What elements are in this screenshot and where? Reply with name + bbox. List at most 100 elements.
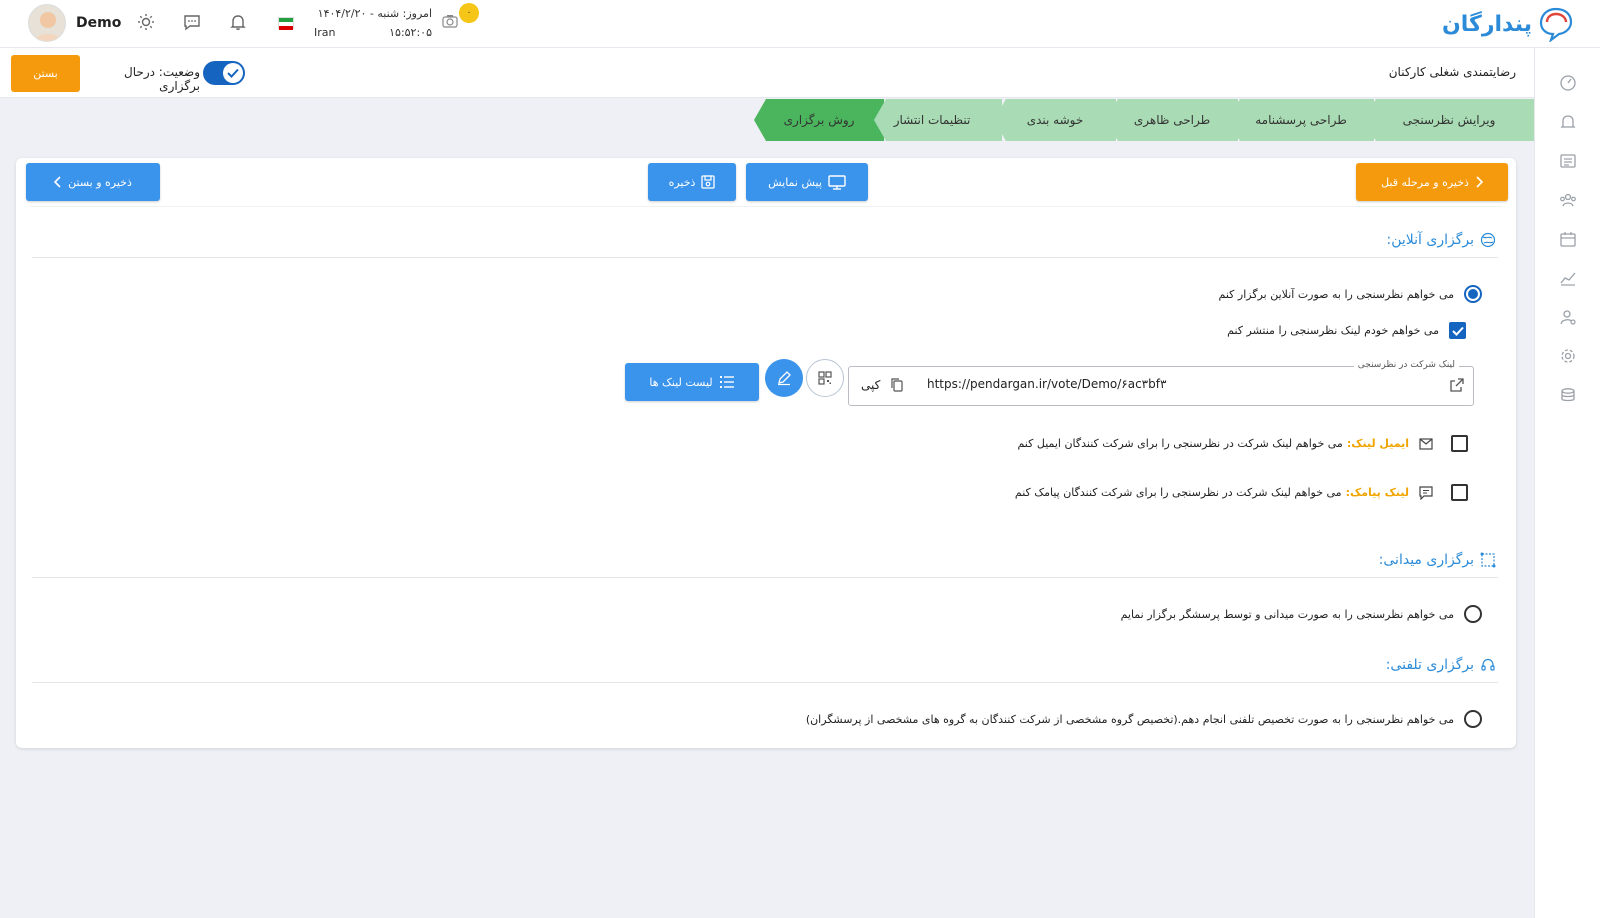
phone-section-divider [32,682,1498,683]
email-link-label: می خواهم لینک شرکت در نظرسنجی را برای شر… [1017,437,1343,450]
field-section-title: برگزاری میدانی: [1379,552,1496,568]
step-label: طراحی ظاهری [1133,113,1211,127]
step-label: ویرایش نظرسنجی [1402,113,1496,127]
header-icons [136,12,248,32]
step-edit-survey[interactable]: ویرایش نظرسنجی [1364,99,1534,141]
user-menu[interactable]: Demo [28,4,121,42]
survey-list-icon[interactable] [1558,151,1578,171]
chevron-left-icon [54,176,61,188]
qr-code-icon [818,371,832,385]
survey-link-field[interactable]: لینک شرکت در نظرسنجی https://pendargan.i… [848,360,1474,406]
publish-self-row[interactable]: می خواهم خودم لینک نظرسنجی را منتشر کنم [1227,322,1466,339]
user-settings-icon[interactable] [1558,307,1578,327]
preview-label: پیش نمایش [768,175,822,189]
phone-section-title: برگزاری تلفنی: [1386,657,1496,673]
theme-sun-icon[interactable] [136,12,156,32]
edit-pencil-icon [778,371,791,386]
country-label: Iran [314,26,336,39]
copy-icon [891,378,903,392]
close-survey-button[interactable]: بستن [11,55,80,92]
status-toggle[interactable] [203,61,245,85]
field-map-icon [1480,552,1496,568]
copy-link-button[interactable]: کپی [861,377,904,393]
survey-link-legend: لینک شرکت در نظرسنجی [1353,360,1459,370]
step-label: خوشه بندی [1026,113,1084,127]
online-section-title: برگزاری آنلاین: [1387,232,1496,248]
clock-time: ۱۵:۵۲:۰۵ [389,26,432,39]
online-title-text: برگزاری آنلاین: [1386,232,1474,248]
brand-name: پندارگان [1442,11,1532,37]
online-section-divider [32,257,1498,258]
chevron-right-icon [1476,176,1483,188]
user-avatar-icon [33,12,63,41]
step-publish-settings[interactable]: تنظیمات انتشار [874,99,1002,141]
save-and-close-button[interactable]: ذخیره و بستن [26,163,160,201]
copy-label: کپی [861,378,881,392]
email-link-title: ایمیل لینک: [1346,437,1409,450]
external-link-icon[interactable] [1449,377,1465,396]
sms-link-title: لینک پیامک: [1345,486,1409,499]
save-button[interactable]: ذخیره [648,163,736,201]
email-link-checkbox[interactable] [1451,435,1468,452]
phone-option-label: می خواهم نظرسنجی را به صورت تخصیص تلفنی … [805,712,1454,726]
iran-flag-icon [278,17,294,30]
sidebar-bell-icon[interactable] [1558,112,1578,132]
phone-radio[interactable] [1464,710,1482,728]
check-icon [1451,326,1464,336]
avatar[interactable] [28,4,66,42]
online-option-row[interactable]: می خواهم نظرسنجی را به صورت آنلاین برگزا… [1219,285,1482,303]
survey-title-bar: رضایتمندی شغلی کارکنان بستن وضعیت: درحال… [0,48,1534,98]
logo-bubble-icon [1539,7,1573,42]
publish-self-checkbox[interactable] [1449,322,1466,339]
step-clustering[interactable]: خوشه بندی [994,99,1116,141]
date-time-display: امروز: شنبه - ۱۴۰۴/۲/۲۰ Iran ۱۵:۵۲:۰۵ [314,4,432,42]
save-label: ذخیره [668,175,696,189]
notification-badge[interactable]: ۰ [459,3,479,23]
save-and-previous-label: ذخیره و مرحله قبل [1381,175,1469,189]
sms-link-checkbox[interactable] [1451,484,1468,501]
users-group-icon[interactable] [1558,190,1578,210]
field-option-row[interactable]: می خواهم نظرسنجی را به صورت میدانی و توس… [1121,605,1482,623]
chat-icon[interactable] [182,12,202,32]
survey-title: رضایتمندی شغلی کارکنان [1388,65,1516,79]
link-list-label: لیست لینک ها [649,375,713,389]
date-label: امروز: شنبه - ۱۴۰۴/۲/۲۰ [317,7,432,20]
right-sidebar [1534,48,1600,918]
dashboard-gauge-icon[interactable] [1558,73,1578,93]
floppy-disk-icon [701,175,716,189]
user-name: Demo [76,15,122,31]
brand-logo[interactable]: پندارگان [1442,4,1574,44]
camera-icon[interactable] [442,14,458,31]
survey-link-url[interactable]: https://pendargan.ir/vote/Demo/۶ac۳bf۳ [927,377,1166,391]
check-icon [223,63,243,83]
database-coins-icon[interactable] [1558,385,1578,405]
phone-title-text: برگزاری تلفنی: [1385,657,1474,673]
gear-icon[interactable] [1558,346,1578,366]
preview-button[interactable]: پیش نمایش [746,163,868,201]
qr-code-button[interactable] [806,359,844,397]
link-list-button[interactable]: لیست لینک ها [625,363,759,401]
phone-option-row[interactable]: می خواهم نظرسنجی را به صورت تخصیص تلفنی … [806,710,1482,728]
list-icon [719,376,734,388]
edit-link-button[interactable] [765,359,803,397]
step-label: روش برگزاری [783,113,855,127]
step-delivery-method[interactable]: روش برگزاری [754,99,884,141]
field-radio[interactable] [1464,605,1482,623]
online-radio[interactable] [1464,285,1482,303]
status-label: وضعیت: درحال برگزاری [124,65,200,93]
bell-icon[interactable] [228,12,248,32]
envelope-icon [1419,437,1433,450]
sms-link-row[interactable]: لینک پیامک: می خواهم لینک شرکت در نظرسنج… [1015,484,1468,501]
save-and-previous-button[interactable]: ذخیره و مرحله قبل [1356,163,1508,201]
step-appearance-design[interactable]: طراحی ظاهری [1106,99,1238,141]
sms-link-label: می خواهم لینک شرکت در نظرسنجی را برای شر… [1014,486,1342,499]
field-option-label: می خواهم نظرسنجی را به صورت میدانی و توس… [1120,607,1454,621]
sms-message-icon [1419,485,1433,500]
publish-self-label: می خواهم خودم لینک نظرسنجی را منتشر کنم [1227,324,1439,337]
analytics-chart-icon[interactable] [1558,268,1578,288]
field-title-text: برگزاری میدانی: [1378,552,1474,568]
step-questionnaire-design[interactable]: طراحی پرسشنامه [1228,99,1374,141]
toolbar-divider [30,206,1502,207]
calendar-icon[interactable] [1558,229,1578,249]
email-link-row[interactable]: ایمیل لینک: می خواهم لینک شرکت در نظرسنج… [1017,435,1468,452]
